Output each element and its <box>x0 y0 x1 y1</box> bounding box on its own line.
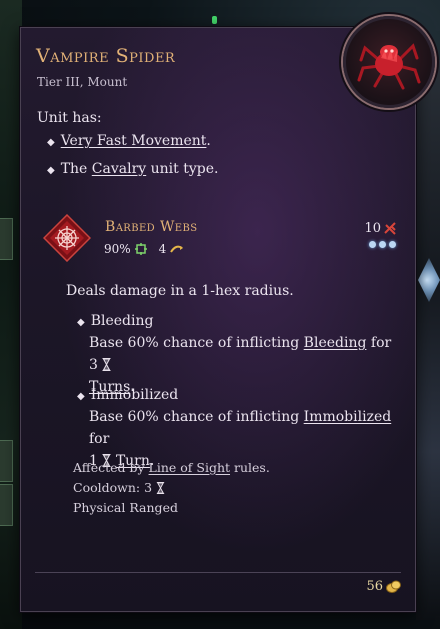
ability-footer-info: Affected by Line of Sight rules. Cooldow… <box>73 458 270 518</box>
ability-tags: Physical Ranged <box>73 500 178 515</box>
bullet-icon: ◆ <box>47 137 55 148</box>
action-point-icon <box>379 241 386 248</box>
trait-item: ◆ The Cavalry unit type. <box>47 161 218 177</box>
action-point-icon <box>369 241 376 248</box>
effect-text: Base 60% chance of inflicting <box>89 409 304 425</box>
trait-suffix: unit type. <box>146 161 219 177</box>
cooldown-text: Cooldown: 3 <box>73 480 153 495</box>
los-text: rules. <box>230 460 270 475</box>
trait-link-very-fast-movement[interactable]: Very Fast Movement <box>61 133 207 149</box>
unit-name: Vampire Spider <box>36 45 176 67</box>
unit-tooltip: Vampire Spider Tier III, Mount Unit has:… <box>20 16 435 612</box>
trait-item: ◆ Very Fast Movement. <box>47 133 211 149</box>
ability-stats: 90% 4 <box>104 242 184 256</box>
effect-link-bleeding[interactable]: Bleeding <box>304 335 367 351</box>
hourglass-icon <box>156 482 165 494</box>
damage-icon <box>384 222 396 235</box>
trait-suffix: . <box>206 133 211 149</box>
trait-link-cavalry[interactable]: Cavalry <box>92 161 146 177</box>
bullet-icon: ◆ <box>47 165 55 176</box>
effect-name-immobilized: Immobilized <box>90 387 179 403</box>
line-of-sight-link[interactable]: Line of Sight <box>149 460 230 475</box>
gold-value: 56 <box>366 579 383 594</box>
damage-value: 10 <box>364 221 381 236</box>
gold-cost: 56 <box>366 579 401 594</box>
unit-portrait <box>343 16 435 108</box>
damage-display: 10 <box>364 221 397 236</box>
effect-text: Base 60% chance of inflicting <box>89 335 304 351</box>
effect-text: for <box>89 431 110 447</box>
ability-name: Barbed Webs <box>105 219 198 235</box>
bullet-icon: ◆ <box>77 391 85 402</box>
unit-subtitle: Tier III, Mount <box>37 75 128 89</box>
effect-name-bleeding: Bleeding <box>90 313 154 329</box>
map-marker-icon <box>212 16 217 24</box>
effect-heading: ◆ Immobilized <box>77 387 178 403</box>
accuracy-value: 90% <box>104 242 131 256</box>
side-tab-button[interactable] <box>0 440 13 482</box>
line-of-sight-row: Affected by Line of Sight rules. <box>73 458 270 478</box>
vampire-spider-portrait-icon <box>357 43 421 90</box>
background-left-panel <box>0 0 22 629</box>
gold-icon <box>386 580 401 593</box>
background-right-panel <box>416 60 440 620</box>
cooldown-row: Cooldown: 3 <box>73 478 270 498</box>
effect-link-immobilized[interactable]: Immobilized <box>304 409 392 425</box>
action-point-icon <box>389 241 396 248</box>
hourglass-icon <box>102 358 111 371</box>
barbed-webs-icon <box>43 214 91 262</box>
trait-prefix: The <box>60 161 92 177</box>
range-icon <box>170 245 184 253</box>
effect-heading: ◆ Bleeding <box>77 313 153 329</box>
accuracy-icon <box>134 243 147 255</box>
range-value: 4 <box>158 242 167 256</box>
side-tab-button[interactable] <box>0 218 13 260</box>
action-points <box>369 241 396 248</box>
divider <box>35 572 401 573</box>
side-tab-button[interactable] <box>0 484 13 526</box>
ability-description: Deals damage in a 1-hex radius. <box>66 283 294 299</box>
los-text: Affected by <box>73 460 149 475</box>
bullet-icon: ◆ <box>77 317 85 328</box>
traits-header: Unit has: <box>37 110 102 126</box>
